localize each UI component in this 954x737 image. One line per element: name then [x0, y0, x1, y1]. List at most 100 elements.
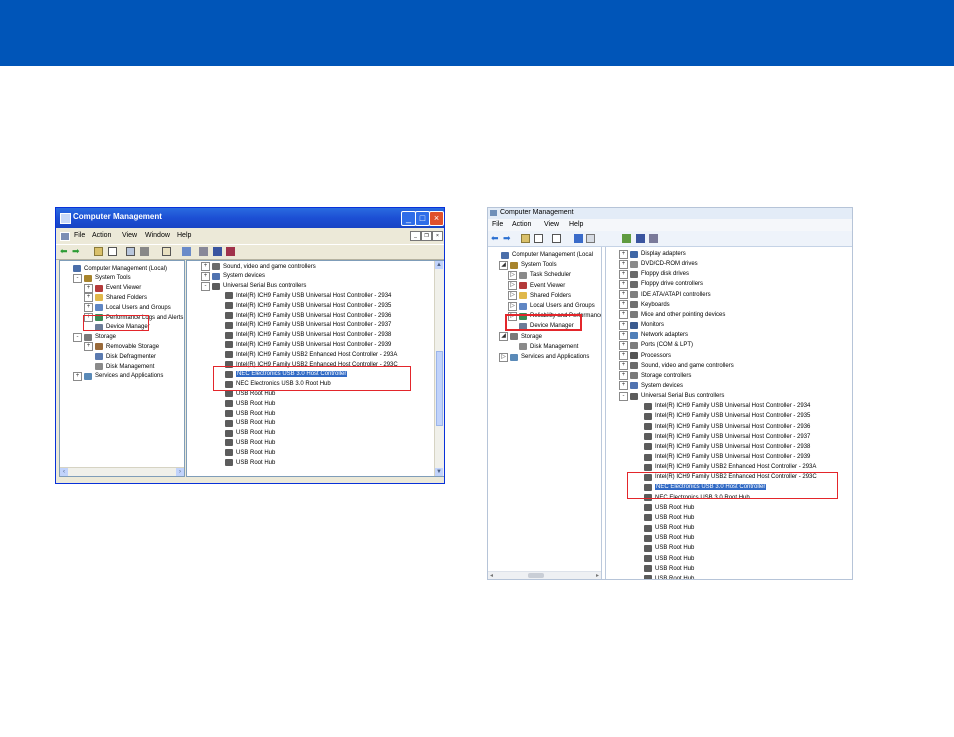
expand-toggle[interactable]: + [84, 283, 93, 293]
tree-item[interactable]: + Local Users and Groups [84, 303, 171, 313]
tree-item[interactable]: Computer Management (Local [490, 250, 593, 260]
expand-toggle[interactable]: + [619, 279, 628, 289]
help-icon[interactable] [574, 234, 583, 243]
vertical-scrollbar[interactable]: ▲ ▼ [434, 261, 444, 476]
expand-toggle[interactable]: ◢ [499, 260, 508, 270]
tree-item[interactable]: Computer Management (Local) [62, 264, 167, 273]
tree-item[interactable]: + Shared Folders [84, 293, 147, 303]
tree-item[interactable]: USB Root Hub [214, 458, 275, 467]
tree-item[interactable]: ▷ Event Viewer [508, 281, 565, 291]
horizontal-scrollbar[interactable]: ‹ › [60, 467, 184, 476]
mdi-close-button[interactable]: × [432, 231, 443, 241]
tree-item[interactable]: ◢ Storage [499, 332, 542, 342]
app-menu-icon[interactable] [60, 232, 70, 241]
scroll-up-arrow[interactable]: ▲ [435, 261, 443, 269]
scroll-right-arrow[interactable]: ▸ [596, 572, 599, 579]
tree-item[interactable]: Intel(R) ICH9 Family USB Universal Host … [214, 331, 391, 340]
expand-toggle[interactable]: - [201, 281, 210, 291]
horizontal-scrollbar[interactable]: ◂ ▸ [488, 571, 601, 579]
tree-item[interactable]: + IDE ATA/ATAPI controllers [619, 290, 711, 300]
expand-toggle[interactable]: - [73, 273, 82, 283]
menu-view[interactable]: View [122, 232, 137, 239]
expand-toggle[interactable]: ▷ [499, 352, 508, 362]
tree-item[interactable]: Intel(R) ICH9 Family USB Universal Host … [214, 321, 391, 330]
tree-item[interactable]: + System devices [201, 271, 265, 281]
expand-toggle[interactable]: + [619, 320, 628, 330]
expand-toggle[interactable]: - [73, 332, 82, 342]
action-pane-icon[interactable] [586, 234, 595, 243]
expand-toggle[interactable]: ▷ [508, 301, 517, 311]
expand-toggle[interactable]: ◢ [499, 332, 508, 342]
scan-hardware-icon[interactable] [199, 247, 208, 256]
scroll-thumb[interactable] [436, 351, 443, 426]
expand-toggle[interactable]: - [619, 391, 628, 401]
tree-item[interactable]: ▷ Services and Applications [499, 352, 589, 362]
close-button[interactable]: × [429, 211, 444, 226]
tree-item[interactable]: Intel(R) ICH9 Family USB2 Enhanced Host … [633, 462, 816, 472]
tree-item[interactable]: Disk Management [508, 342, 578, 352]
tree-item[interactable]: + Sound, video and game controllers [619, 361, 734, 371]
properties-icon[interactable] [182, 247, 191, 256]
tree-item[interactable]: USB Root Hub [214, 419, 275, 428]
tree-item[interactable]: Intel(R) ICH9 Family USB Universal Host … [633, 401, 810, 411]
tree-item[interactable]: USB Root Hub [214, 409, 275, 418]
menu-help[interactable]: Help [569, 221, 583, 228]
expand-toggle[interactable]: + [619, 300, 628, 310]
tree-item[interactable]: + DVD/CD-ROM drives [619, 259, 698, 269]
tree-item[interactable]: Disk Management [84, 362, 154, 371]
expand-toggle[interactable]: + [619, 330, 628, 340]
uninstall-icon[interactable] [226, 247, 235, 256]
update-driver-icon[interactable] [213, 247, 222, 256]
expand-toggle[interactable]: ▷ [508, 270, 517, 280]
tree-item[interactable]: - System Tools [73, 273, 131, 283]
export-list-icon[interactable] [552, 234, 561, 243]
tree-item[interactable]: USB Root Hub [214, 438, 275, 447]
export-list-icon[interactable] [126, 247, 135, 256]
tree-item[interactable]: ▷ Local Users and Groups [508, 301, 595, 311]
tree-item[interactable]: Intel(R) ICH9 Family USB Universal Host … [214, 311, 391, 320]
tree-item[interactable]: USB Root Hub [633, 564, 694, 574]
expand-toggle[interactable]: + [619, 371, 628, 381]
expand-toggle[interactable]: + [73, 371, 82, 381]
tree-item[interactable]: + Services and Applications [73, 371, 163, 381]
title-bar[interactable]: Computer Management [488, 208, 852, 219]
tree-item[interactable]: + Floppy drive controllers [619, 279, 703, 289]
tree-item[interactable]: ▷ Shared Folders [508, 291, 571, 301]
tree-item[interactable]: + Sound, video and game controllers [201, 262, 316, 271]
tree-item[interactable]: Intel(R) ICH9 Family USB Universal Host … [633, 442, 810, 452]
up-folder-icon[interactable] [521, 234, 530, 243]
expand-toggle[interactable]: + [619, 351, 628, 360]
back-icon[interactable]: ⬅ [491, 234, 500, 243]
minimize-button[interactable]: _ [401, 211, 416, 226]
show-hide-tree-icon[interactable] [108, 247, 117, 256]
tree-item[interactable]: Intel(R) ICH9 Family USB2 Enhanced Host … [214, 350, 397, 359]
expand-toggle[interactable]: + [619, 259, 628, 269]
tree-item[interactable]: + Display adapters [619, 249, 686, 259]
tree-item[interactable]: Intel(R) ICH9 Family USB Universal Host … [214, 301, 391, 310]
expand-toggle[interactable]: ▷ [508, 281, 517, 291]
scroll-down-arrow[interactable]: ▼ [435, 468, 443, 476]
tree-item[interactable]: USB Root Hub [633, 523, 694, 533]
menu-help[interactable]: Help [177, 232, 191, 239]
expand-toggle[interactable]: + [619, 269, 628, 279]
expand-toggle[interactable]: + [619, 340, 628, 350]
menu-action[interactable]: Action [512, 221, 531, 228]
maximize-button[interactable]: □ [415, 211, 430, 226]
menu-file[interactable]: File [74, 232, 85, 239]
tree-item[interactable]: USB Root Hub [633, 554, 694, 564]
tree-item[interactable]: Intel(R) ICH9 Family USB Universal Host … [633, 411, 810, 421]
tree-item[interactable]: ▷ Task Scheduler [508, 270, 571, 280]
tree-item[interactable]: USB Root Hub [214, 399, 275, 408]
scan-hardware-icon[interactable] [649, 234, 658, 243]
tree-item[interactable]: ◢ System Tools [499, 260, 557, 270]
tree-item[interactable]: Intel(R) ICH9 Family USB Universal Host … [633, 452, 810, 462]
tree-item[interactable]: Intel(R) ICH9 Family USB Universal Host … [633, 422, 810, 432]
menu-view[interactable]: View [544, 221, 559, 228]
mdi-minimize-button[interactable]: _ [410, 231, 421, 241]
tree-item[interactable]: Intel(R) ICH9 Family USB Universal Host … [214, 291, 391, 300]
forward-icon[interactable]: ➡ [72, 247, 81, 256]
tree-item[interactable]: USB Root Hub [214, 429, 275, 438]
tree-item[interactable]: USB Root Hub [633, 503, 694, 513]
expand-toggle[interactable]: + [619, 381, 628, 391]
tree-item[interactable]: + Mice and other pointing devices [619, 310, 725, 320]
